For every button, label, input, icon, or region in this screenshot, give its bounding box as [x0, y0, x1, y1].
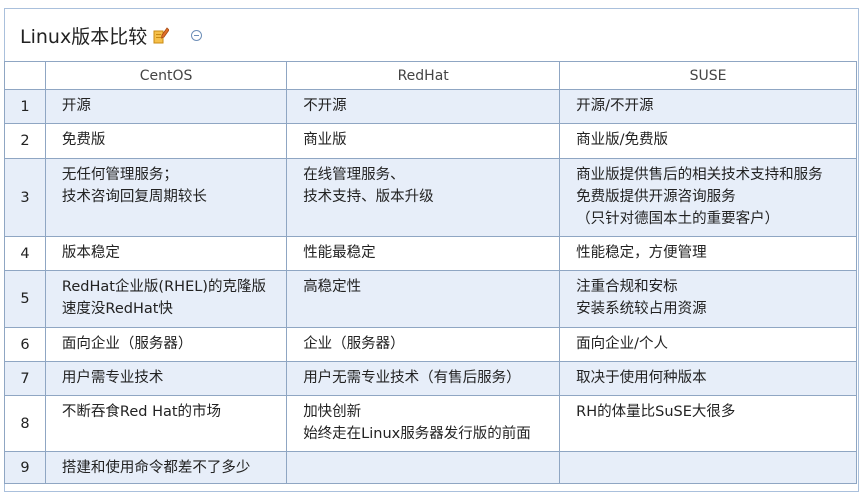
- cell-text-line: 用户无需专业技术（有售后服务）: [303, 370, 521, 386]
- row-number-cell: 3: [4, 158, 46, 237]
- centos-cell: 面向企业（服务器）: [44, 327, 288, 362]
- cell-text-line: 开源: [61, 98, 91, 114]
- header-cell-suse: SUSE: [559, 61, 857, 90]
- row-number-cell: 6: [4, 327, 46, 362]
- cell-text-line: 技术咨询回复周期较长: [61, 189, 207, 205]
- page-title: Linux版本比较: [20, 25, 148, 48]
- redhat-cell: 加快创新始终走在Linux服务器发行版的前面: [286, 395, 561, 452]
- cell-text-line: 搭建和使用命令都差不了多少: [61, 460, 251, 476]
- row-number-cell: 8: [4, 395, 46, 452]
- suse-cell: [559, 451, 857, 484]
- row-number-cell: 9: [4, 451, 46, 484]
- table-row: 4 版本稳定 性能最稳定 性能稳定，方便管理: [4, 236, 857, 271]
- header-cell-index: [4, 61, 46, 90]
- table-row: 9 搭建和使用命令都差不了多少: [4, 451, 857, 484]
- cell-text-line: 不断吞食Red Hat的市场: [61, 404, 222, 420]
- table-row: 7 用户需专业技术 用户无需专业技术（有售后服务） 取决于使用何种版本: [4, 361, 857, 396]
- comparison-panel: Linux版本比较 CentOS RedHat SUSE 1 开源 不开源 开源…: [4, 8, 859, 492]
- suse-cell: 注重合规和安标安装系统较占用资源: [559, 270, 857, 328]
- cell-text-line: 商业版: [303, 132, 347, 148]
- row-number-cell: 5: [4, 270, 46, 328]
- cell-text-line: 性能稳定，方便管理: [576, 245, 707, 261]
- cell-text-line: 技术支持、版本升级: [303, 189, 434, 205]
- header-cell-centos: CentOS: [44, 61, 288, 90]
- table-row: 8 不断吞食Red Hat的市场 加快创新始终走在Linux服务器发行版的前面 RH的…: [4, 395, 857, 452]
- cell-text-line: 加快创新: [303, 404, 362, 420]
- centos-cell: 无任何管理服务； 技术咨询回复周期较长: [44, 158, 288, 237]
- cell-text-line: 面向企业（服务器）: [61, 336, 193, 352]
- collapse-circle-icon[interactable]: [191, 29, 203, 41]
- centos-cell: 不断吞食Red Hat的市场: [44, 395, 288, 452]
- cell-text-line: 企业（服务器）: [303, 336, 405, 352]
- cell-text-line: RH的体量比SuSE大很多: [576, 404, 736, 420]
- suse-cell: 商业版提供售后的相关技术支持和服务 免费版提供开源咨询服务 （只针对德国本土的重要客…: [559, 158, 857, 237]
- redhat-cell: 商业版: [286, 123, 561, 159]
- redhat-cell: 高稳定性: [286, 270, 561, 328]
- cell-text-line: 面向企业/个人: [576, 336, 669, 352]
- cell-text-line: 商业版提供售后的相关技术支持和服务: [576, 167, 823, 183]
- table-row: 3 无任何管理服务； 技术咨询回复周期较长 在线管理服务、 技术支持、版本升级 商业版提供…: [4, 158, 857, 237]
- centos-cell: RedHat企业版(RHEL)的克隆版 速度没RedHat快: [44, 270, 288, 328]
- cell-text-line: 无任何管理服务；: [61, 167, 178, 183]
- suse-cell: 商业版/免费版: [559, 123, 857, 159]
- row-number-cell: 1: [4, 89, 46, 124]
- cell-text-line: 商业版/免费版: [576, 132, 669, 148]
- cell-text-line: 始终走在Linux服务器发行版的前面: [303, 426, 531, 442]
- table-row: 6 面向企业（服务器） 企业（服务器） 面向企业/个人: [4, 327, 857, 362]
- centos-cell: 用户需专业技术: [44, 361, 288, 396]
- cell-text-line: 取决于使用何种版本: [576, 370, 707, 386]
- suse-cell: 开源/不开源: [559, 89, 857, 124]
- centos-cell: 免费版: [44, 123, 288, 159]
- cell-text-line: RedHat企业版(RHEL)的克隆版: [61, 279, 266, 295]
- table-header-row: CentOS RedHat SUSE: [4, 61, 857, 90]
- cell-text-line: 免费版提供开源咨询服务: [576, 189, 736, 205]
- cell-text-line: 免费版: [61, 132, 106, 148]
- panel-header: Linux版本比较: [5, 9, 858, 61]
- suse-cell: RH的体量比SuSE大很多: [559, 395, 857, 452]
- table-row: 2 免费版 商业版 商业版/免费版: [4, 123, 857, 159]
- cell-text-line: （只针对德国本土的重要客户）: [576, 211, 780, 227]
- cell-text-line: 在线管理服务、: [303, 167, 405, 183]
- centos-cell: 搭建和使用命令都差不了多少: [44, 451, 288, 484]
- redhat-cell: 企业（服务器）: [286, 327, 561, 362]
- redhat-cell: 在线管理服务、技术支持、版本升级: [286, 158, 561, 237]
- redhat-cell: [286, 451, 561, 484]
- centos-cell: 开源: [44, 89, 288, 124]
- cell-text-line: 注重合规和安标: [576, 279, 678, 295]
- cell-text-line: 开源/不开源: [576, 98, 654, 114]
- suse-cell: 面向企业/个人: [559, 327, 857, 362]
- suse-cell: 性能稳定，方便管理: [559, 236, 857, 271]
- redhat-cell: 用户无需专业技术（有售后服务）: [286, 361, 561, 396]
- cell-text-line: 安装系统较占用资源: [576, 301, 707, 317]
- table-row: 5 RedHat企业版(RHEL)的克隆版 速度没RedHat快 高稳定性 注重合规和安…: [4, 270, 857, 328]
- cell-text-line: 速度没RedHat快: [61, 301, 173, 317]
- comparison-table: CentOS RedHat SUSE 1 开源 不开源 开源/不开源 2 免费版 商业版 商业…: [4, 61, 857, 484]
- header-cell-redhat: RedHat: [286, 61, 561, 90]
- cell-text-line: 版本稳定: [61, 245, 120, 261]
- row-number-cell: 2: [4, 123, 46, 159]
- centos-cell: 版本稳定: [44, 236, 288, 271]
- redhat-cell: 不开源: [286, 89, 561, 124]
- cell-text-line: 性能最稳定: [303, 245, 376, 261]
- cell-text-line: 用户需专业技术: [61, 370, 164, 386]
- cell-text-line: 高稳定性: [303, 279, 362, 295]
- suse-cell: 取决于使用何种版本: [559, 361, 857, 396]
- cell-text-line: 不开源: [303, 98, 347, 114]
- row-number-cell: 7: [4, 361, 46, 396]
- edit-pencil-icon[interactable]: [153, 26, 170, 44]
- table-body: 1 开源 不开源 开源/不开源 2 免费版 商业版 商业版/免费版 3 无任何管理服务； 技术咨询回…: [4, 89, 857, 484]
- redhat-cell: 性能最稳定: [286, 236, 561, 271]
- table-row: 1 开源 不开源 开源/不开源: [4, 89, 857, 124]
- row-number-cell: 4: [4, 236, 46, 271]
